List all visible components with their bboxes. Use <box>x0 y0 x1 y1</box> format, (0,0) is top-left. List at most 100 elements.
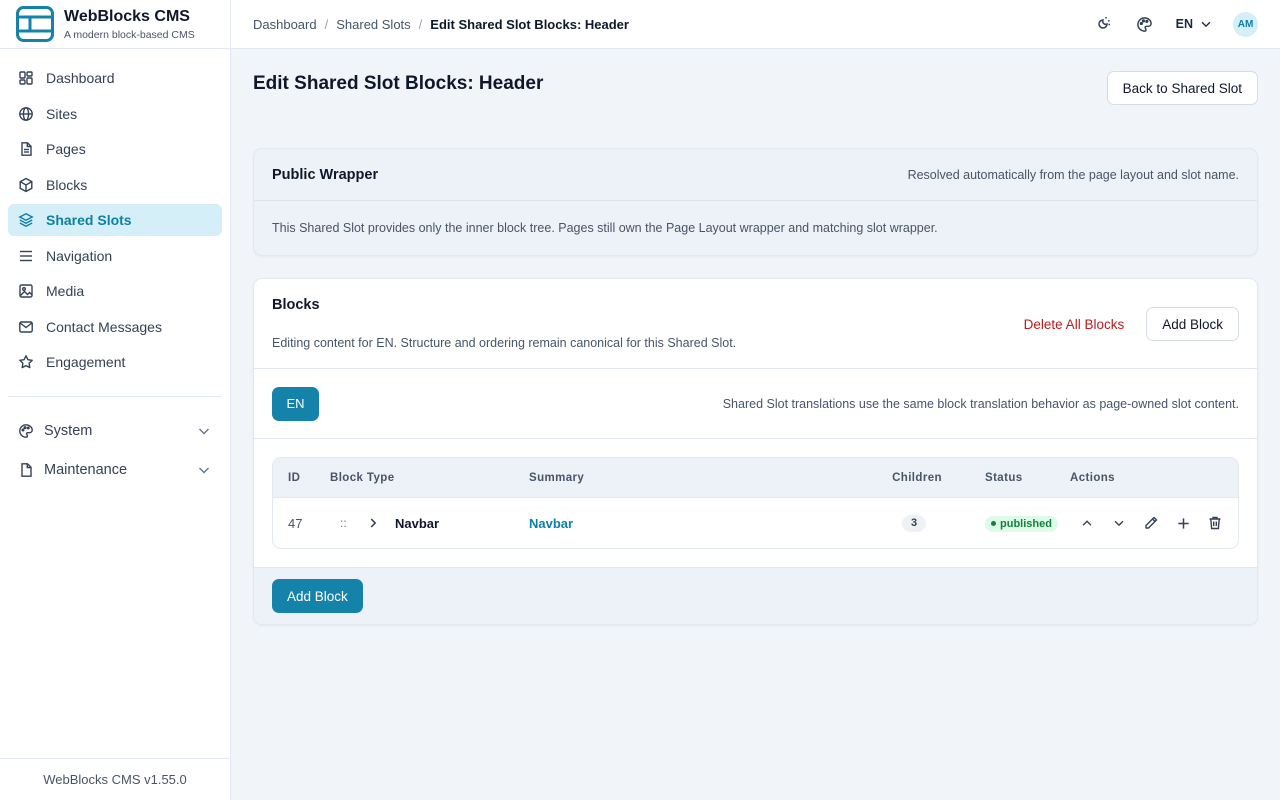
cube-icon <box>19 177 33 192</box>
avatar[interactable]: AM <box>1233 11 1258 37</box>
children-count-badge: 3 <box>902 515 926 532</box>
menu-icon <box>20 250 32 261</box>
block-id: 47 <box>288 515 303 531</box>
chevron-up-icon <box>1082 520 1092 526</box>
status-badge: published <box>985 515 1058 532</box>
chevron-down-icon <box>1201 21 1211 28</box>
move-down-button[interactable] <box>1110 514 1128 532</box>
image-icon <box>19 284 33 298</box>
sidebar-group-maintenance[interactable]: Maintenance <box>8 452 222 488</box>
sidebar-item-label: Shared Slots <box>46 212 132 228</box>
blocks-card: Blocks Editing content for EN. Structure… <box>253 278 1258 625</box>
brand-subtitle: A modern block-based CMS <box>64 28 195 41</box>
brand-title: WebBlocks CMS <box>64 7 190 25</box>
delete-all-blocks-button[interactable]: Delete All Blocks <box>1024 317 1125 332</box>
page-title: Edit Shared Slot Blocks: Header <box>253 73 544 94</box>
sidebar-item-media[interactable]: Media <box>8 275 222 307</box>
breadcrumb: Dashboard / Shared Slots / Edit Shared S… <box>253 17 1092 32</box>
add-block-footer-button[interactable]: Add Block <box>272 579 363 613</box>
sidebar-item-navigation[interactable]: Navigation <box>8 240 222 272</box>
app-root: WebBlocks CMS A modern block-based CMS D… <box>0 0 1280 800</box>
sidebar-item-contact-messages[interactable]: Contact Messages <box>8 311 222 343</box>
palette-button[interactable] <box>1134 13 1156 35</box>
edit-block-button[interactable] <box>1142 514 1160 532</box>
breadcrumb-current: Edit Shared Slot Blocks: Header <box>430 16 629 32</box>
tab-language-en[interactable]: EN <box>272 386 319 421</box>
column-header-children: Children <box>892 471 942 484</box>
theme-toggle-button[interactable] <box>1092 13 1114 35</box>
public-wrapper-description: This Shared Slot provides only the inner… <box>272 221 938 235</box>
chevron-down-icon <box>199 428 209 434</box>
table-header: ID Block Type Summary Children Status Ac… <box>273 458 1238 498</box>
expand-toggle[interactable] <box>366 516 386 530</box>
blocks-description: Editing content for EN. Structure and or… <box>272 336 737 350</box>
chevron-down-icon <box>1114 520 1124 527</box>
breadcrumb-shared-slots[interactable]: Shared Slots <box>336 17 410 32</box>
page-header: Edit Shared Slot Blocks: Header Back to … <box>253 71 1258 148</box>
plus-icon <box>1177 517 1189 529</box>
mail-icon <box>19 320 33 333</box>
public-wrapper-hint: Resolved automatically from the page lay… <box>907 167 1239 182</box>
sidebar: WebBlocks CMS A modern block-based CMS D… <box>0 0 231 800</box>
dashboard-icon <box>19 71 33 85</box>
language-value: EN <box>1175 17 1193 31</box>
brand[interactable]: WebBlocks CMS A modern block-based CMS <box>0 0 230 49</box>
column-header-actions: Actions <box>1070 471 1115 484</box>
sidebar-item-engagement[interactable]: Engagement <box>8 346 222 378</box>
sidebar-item-label: Pages <box>46 141 86 157</box>
sidebar-item-label: Navigation <box>46 247 113 264</box>
layout-logo-icon <box>16 6 54 42</box>
topbar-actions: EN AM <box>1092 11 1258 37</box>
blocks-actions: Delete All Blocks Add Block <box>1024 297 1239 341</box>
palette-icon <box>1137 16 1152 32</box>
translation-row: EN Shared Slot translations use the same… <box>254 369 1257 439</box>
star-icon <box>19 355 33 369</box>
add-child-block-button[interactable] <box>1174 514 1192 532</box>
sun-moon-icon <box>1097 17 1110 29</box>
trash-icon <box>1209 516 1221 530</box>
block-summary-link[interactable]: Navbar <box>529 516 573 531</box>
content: Edit Shared Slot Blocks: Header Back to … <box>231 49 1280 625</box>
blocks-title: Blocks <box>272 297 320 313</box>
delete-block-button[interactable] <box>1206 514 1224 532</box>
move-up-button[interactable] <box>1078 514 1096 532</box>
status-label: published <box>1000 517 1052 530</box>
column-header-summary: Summary <box>529 471 585 484</box>
sidebar-item-label: Engagement <box>46 354 126 370</box>
sidebar-divider <box>8 395 222 397</box>
palette-icon <box>19 423 33 438</box>
translation-note: Shared Slot translations use the same bl… <box>722 396 1239 411</box>
app-version: WebBlocks CMS v1.55.0 <box>0 758 230 800</box>
sidebar-group-label: Maintenance <box>44 461 128 478</box>
sidebar-item-dashboard[interactable]: Dashboard <box>8 62 222 94</box>
main: Dashboard / Shared Slots / Edit Shared S… <box>231 0 1280 800</box>
sidebar-item-label: Contact Messages <box>46 318 162 335</box>
sidebar-item-label: Sites <box>46 105 78 122</box>
sidebar-item-shared-slots[interactable]: Shared Slots <box>8 204 222 236</box>
column-header-status: Status <box>985 471 1023 484</box>
sidebar-nav: Dashboard Sites Pages Blocks Shared Slot… <box>0 49 230 382</box>
language-select[interactable]: EN <box>1176 17 1213 31</box>
file-icon <box>21 462 32 477</box>
breadcrumb-separator: / <box>418 16 423 32</box>
drag-handle[interactable]: :: <box>330 516 358 530</box>
topbar: Dashboard / Shared Slots / Edit Shared S… <box>231 0 1280 49</box>
layers-icon <box>18 213 34 227</box>
sidebar-item-pages[interactable]: Pages <box>8 133 222 165</box>
table-row: 47 :: Navbar Navbar 3 published <box>273 498 1238 548</box>
sidebar-item-blocks[interactable]: Blocks <box>8 169 222 201</box>
back-to-shared-slot-button[interactable]: Back to Shared Slot <box>1106 71 1258 105</box>
sidebar-item-label: Blocks <box>46 176 88 193</box>
globe-icon <box>19 106 33 121</box>
sidebar-item-sites[interactable]: Sites <box>8 98 222 130</box>
sidebar-group-label: System <box>44 422 93 439</box>
row-actions <box>1070 514 1238 532</box>
breadcrumb-dashboard[interactable]: Dashboard <box>253 17 317 32</box>
sidebar-group-system[interactable]: System <box>8 413 222 449</box>
chevron-down-icon <box>199 467 209 473</box>
public-wrapper-card: Public Wrapper Resolved automatically fr… <box>253 148 1258 256</box>
column-header-id: ID <box>288 471 301 484</box>
file-text-icon <box>21 142 32 156</box>
add-block-button[interactable]: Add Block <box>1146 307 1239 341</box>
blocks-table-wrapper: ID Block Type Summary Children Status Ac… <box>254 439 1257 567</box>
